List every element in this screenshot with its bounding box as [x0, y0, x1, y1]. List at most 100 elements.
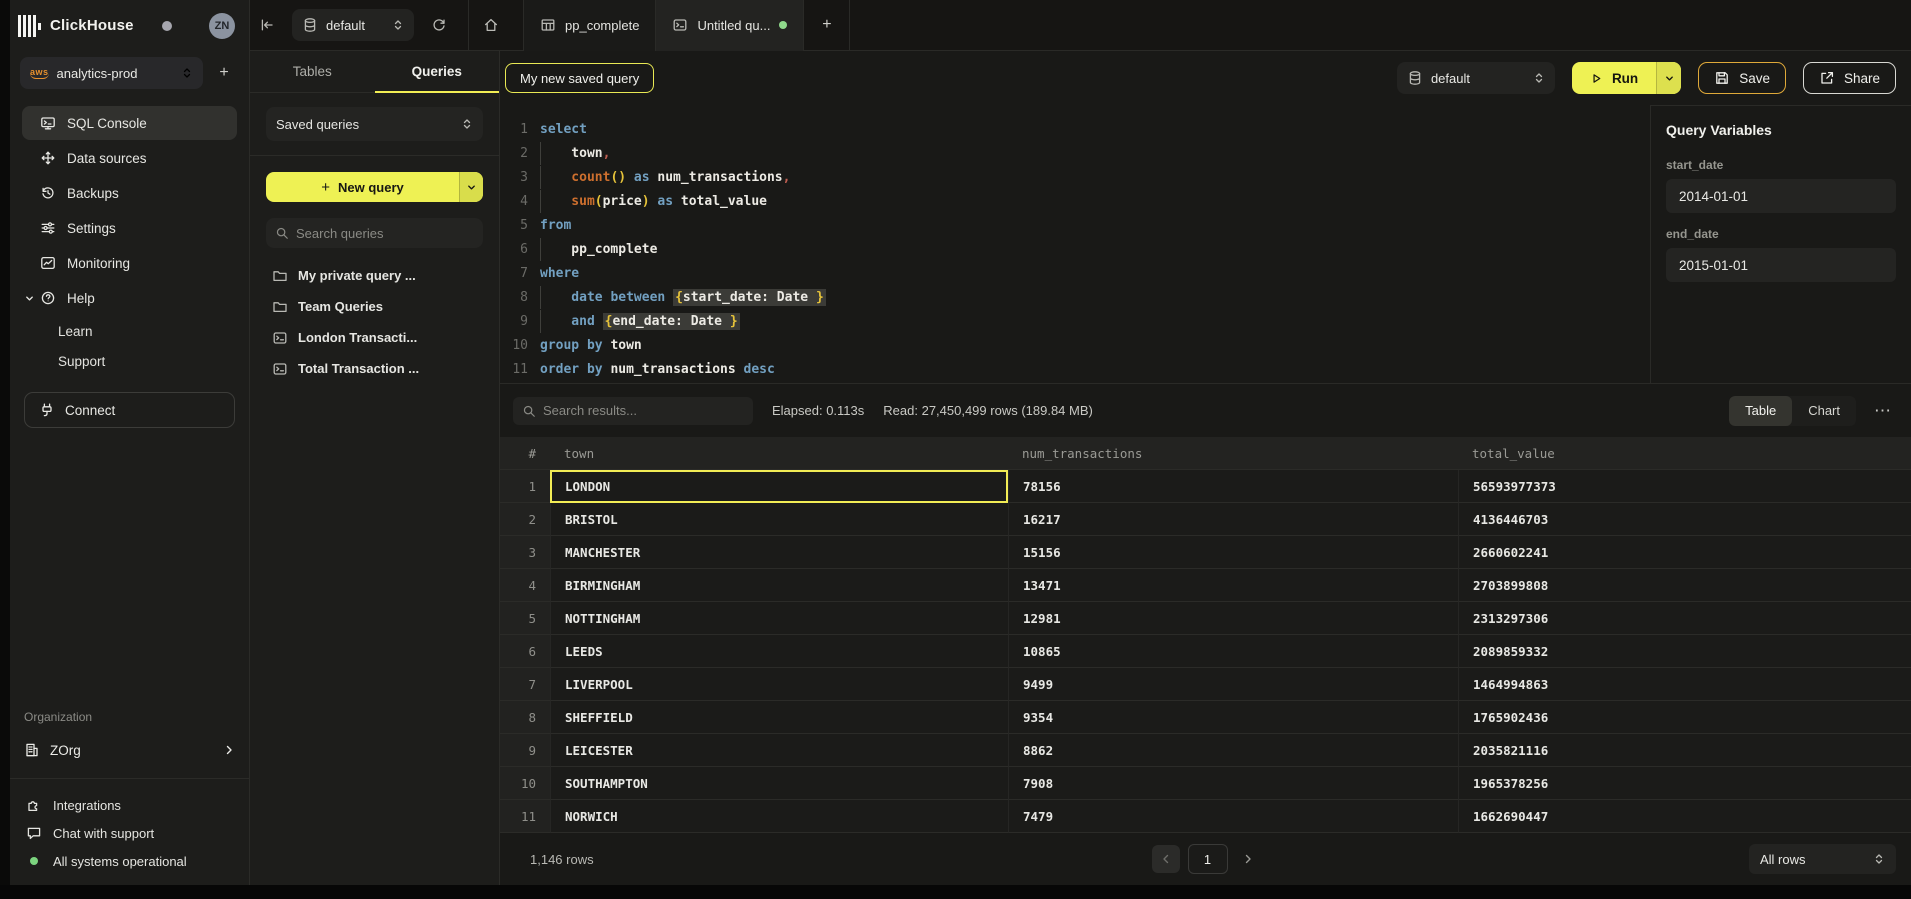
- table-cell[interactable]: 2703899808: [1458, 569, 1911, 602]
- row-index[interactable]: 2: [500, 503, 550, 536]
- sidebar-item-support[interactable]: Support: [10, 346, 249, 376]
- table-cell[interactable]: 4136446703: [1458, 503, 1911, 536]
- header-database-selector[interactable]: default: [292, 9, 414, 41]
- run-button[interactable]: Run: [1572, 62, 1656, 94]
- table-cell[interactable]: 7479: [1008, 800, 1458, 833]
- sidebar-item-monitoring[interactable]: Monitoring: [22, 246, 237, 280]
- table-cell[interactable]: SHEFFIELD: [550, 701, 1008, 734]
- refresh-button[interactable]: [422, 17, 456, 33]
- table-cell[interactable]: 56593977373: [1458, 470, 1911, 503]
- editor-line[interactable]: 11order by num_transactions desc: [500, 357, 1650, 381]
- search-results-input[interactable]: [543, 403, 744, 418]
- page-size-selector[interactable]: All rows: [1749, 844, 1896, 874]
- sidebar-item-chat-support[interactable]: Chat with support: [10, 819, 249, 847]
- editor-line[interactable]: 3count() as num_transactions,: [500, 165, 1650, 189]
- saved-queries-selector[interactable]: Saved queries: [266, 107, 483, 141]
- more-options-button[interactable]: ⋯: [1870, 401, 1896, 421]
- table-cell[interactable]: 2313297306: [1458, 602, 1911, 635]
- editor-line[interactable]: 5from: [500, 213, 1650, 237]
- new-query-dropdown-button[interactable]: [459, 172, 483, 202]
- row-index[interactable]: 4: [500, 569, 550, 602]
- table-cell[interactable]: 10865: [1008, 635, 1458, 668]
- saved-query-item[interactable]: Team Queries: [250, 291, 499, 322]
- sidebar-item-settings[interactable]: Settings: [22, 211, 237, 245]
- editor-line[interactable]: 9and {end_date: Date }: [500, 309, 1650, 333]
- previous-page-button[interactable]: [1152, 845, 1180, 873]
- column-header-total_value[interactable]: total_value: [1458, 437, 1911, 470]
- search-queries-input[interactable]: [296, 226, 474, 241]
- org-selector[interactable]: aws analytics-prod: [20, 57, 203, 89]
- editor-line[interactable]: 2town,: [500, 141, 1650, 165]
- editor-line[interactable]: 7where: [500, 261, 1650, 285]
- saved-query-item[interactable]: My private query ...: [250, 260, 499, 291]
- row-index[interactable]: 7: [500, 668, 550, 701]
- editor-line[interactable]: 10group by town: [500, 333, 1650, 357]
- save-button[interactable]: Save: [1698, 62, 1786, 94]
- run-options-button[interactable]: [1656, 62, 1681, 94]
- table-cell[interactable]: 2660602241: [1458, 536, 1911, 569]
- row-index[interactable]: 3: [500, 536, 550, 569]
- tab-tables[interactable]: Tables: [250, 51, 375, 92]
- table-cell[interactable]: 7908: [1008, 767, 1458, 800]
- editor-line[interactable]: 6pp_complete: [500, 237, 1650, 261]
- start-date-input[interactable]: [1666, 179, 1896, 213]
- share-button[interactable]: Share: [1803, 62, 1896, 94]
- table-cell[interactable]: NOTTINGHAM: [550, 602, 1008, 635]
- table-cell[interactable]: 78156: [1008, 470, 1458, 503]
- view-toggle-chart[interactable]: Chart: [1792, 396, 1856, 426]
- row-index[interactable]: 5: [500, 602, 550, 635]
- row-index[interactable]: 1: [500, 470, 550, 503]
- table-cell[interactable]: 9499: [1008, 668, 1458, 701]
- table-cell[interactable]: 16217: [1008, 503, 1458, 536]
- end-date-input[interactable]: [1666, 248, 1896, 282]
- table-cell[interactable]: 2035821116: [1458, 734, 1911, 767]
- sidebar-item-backups[interactable]: Backups: [22, 176, 237, 210]
- row-index[interactable]: 9: [500, 734, 550, 767]
- run-database-selector[interactable]: default: [1397, 62, 1555, 94]
- table-cell[interactable]: LEEDS: [550, 635, 1008, 668]
- editor-line[interactable]: 4sum(price) as total_value: [500, 189, 1650, 213]
- sidebar-item-sql-console[interactable]: SQL Console: [22, 106, 237, 140]
- new-query-button[interactable]: +New query: [266, 172, 483, 202]
- table-cell[interactable]: LEICESTER: [550, 734, 1008, 767]
- table-cell[interactable]: 2089859332: [1458, 635, 1911, 668]
- table-cell[interactable]: 9354: [1008, 701, 1458, 734]
- sidebar-item-system-status[interactable]: All systems operational: [10, 847, 249, 875]
- table-cell[interactable]: 1464994863: [1458, 668, 1911, 701]
- saved-query-item[interactable]: Total Transaction ...: [250, 353, 499, 384]
- column-header-town[interactable]: town: [550, 437, 1008, 470]
- column-header-index[interactable]: #: [500, 437, 550, 470]
- tab-untitled-query[interactable]: Untitled qu...: [656, 0, 804, 51]
- organization-item[interactable]: ZOrg: [10, 732, 249, 768]
- saved-query-title-tab[interactable]: My new saved query: [505, 63, 654, 93]
- sidebar-item-integrations[interactable]: Integrations: [10, 791, 249, 819]
- table-cell[interactable]: 1965378256: [1458, 767, 1911, 800]
- home-button[interactable]: [469, 17, 513, 33]
- view-toggle-table[interactable]: Table: [1729, 396, 1792, 426]
- editor-line[interactable]: 8date between {start_date: Date }: [500, 285, 1650, 309]
- new-tab-button[interactable]: +: [804, 0, 850, 51]
- table-cell[interactable]: MANCHESTER: [550, 536, 1008, 569]
- sql-editor[interactable]: 1select2town,3count() as num_transaction…: [500, 105, 1650, 383]
- table-cell[interactable]: LONDON: [550, 470, 1008, 503]
- sidebar-item-data-sources[interactable]: Data sources: [22, 141, 237, 175]
- sidebar-item-learn[interactable]: Learn: [10, 316, 249, 346]
- row-index[interactable]: 8: [500, 701, 550, 734]
- table-cell[interactable]: LIVERPOOL: [550, 668, 1008, 701]
- row-index[interactable]: 6: [500, 635, 550, 668]
- table-cell[interactable]: 12981: [1008, 602, 1458, 635]
- row-index[interactable]: 11: [500, 800, 550, 833]
- sidebar-item-help[interactable]: Help: [22, 281, 237, 315]
- table-cell[interactable]: BIRMINGHAM: [550, 569, 1008, 602]
- avatar[interactable]: ZN: [209, 13, 235, 39]
- saved-query-item[interactable]: London Transacti...: [250, 322, 499, 353]
- collapse-sidebar-button[interactable]: [250, 17, 284, 33]
- table-cell[interactable]: SOUTHAMPTON: [550, 767, 1008, 800]
- next-page-button[interactable]: [1236, 845, 1260, 873]
- table-cell[interactable]: 8862: [1008, 734, 1458, 767]
- table-cell[interactable]: 1765902436: [1458, 701, 1911, 734]
- table-cell[interactable]: 1662690447: [1458, 800, 1911, 833]
- row-index[interactable]: 10: [500, 767, 550, 800]
- table-cell[interactable]: 13471: [1008, 569, 1458, 602]
- table-cell[interactable]: 15156: [1008, 536, 1458, 569]
